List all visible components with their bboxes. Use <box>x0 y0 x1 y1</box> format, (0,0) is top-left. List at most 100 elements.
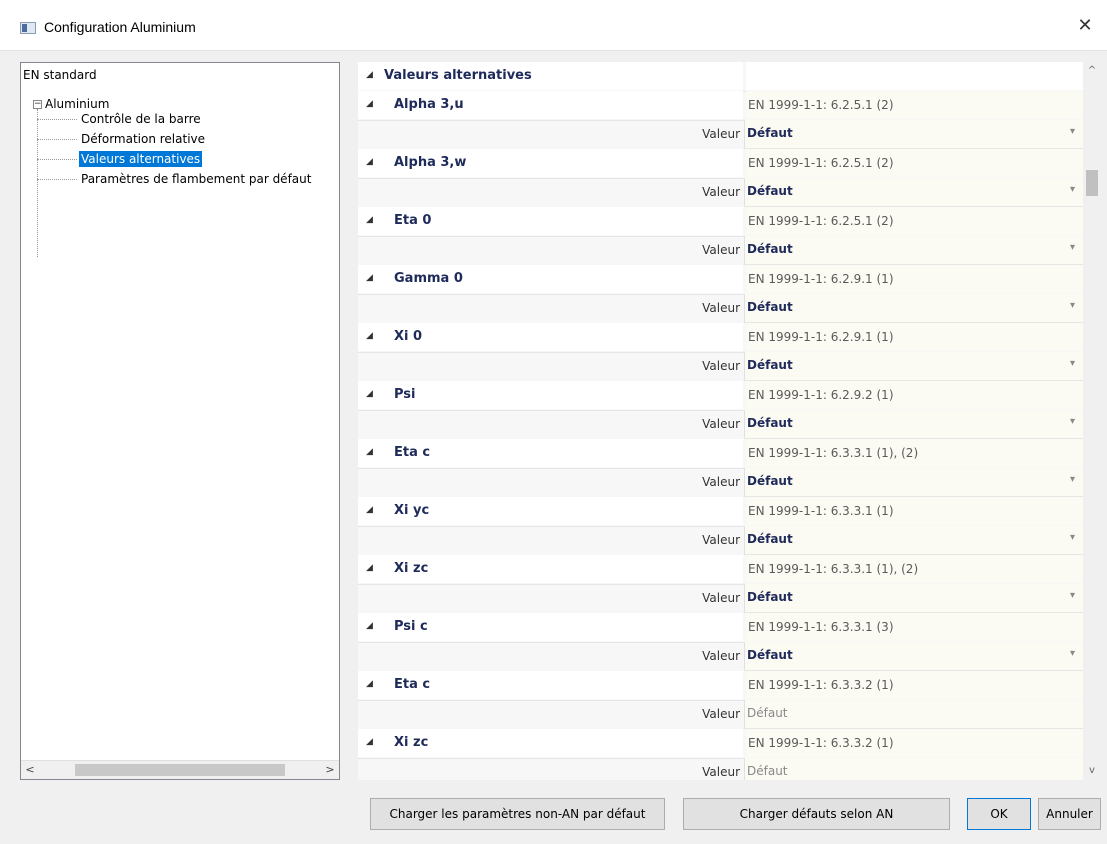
param-row[interactable]: ◢ Alpha 3,w EN 1999-1-1: 6.2.5.1 (2) <box>358 149 1083 179</box>
collapse-triangle-icon[interactable]: ◢ <box>366 389 373 399</box>
collapse-toggle-icon[interactable]: − <box>33 100 42 109</box>
value-label: Valeur <box>702 243 740 257</box>
value-dropdown[interactable]: Défaut ▾ <box>744 410 1083 439</box>
tree-connector <box>37 119 77 120</box>
value-text: Défaut <box>747 242 793 256</box>
param-reference: EN 1999-1-1: 6.3.3.1 (3) <box>746 613 1083 641</box>
value-label: Valeur <box>702 475 740 489</box>
cancel-button[interactable]: Annuler <box>1038 798 1101 830</box>
tree-item-controle-barre[interactable]: Contrôle de la barre <box>81 111 201 127</box>
title-bar: Configuration Aluminium ✕ <box>0 0 1107 50</box>
scroll-up-icon[interactable]: ^ <box>1083 62 1101 80</box>
collapse-triangle-icon[interactable]: ◢ <box>366 447 373 457</box>
tree-connector <box>37 109 38 257</box>
chevron-down-icon[interactable]: ▾ <box>1070 532 1075 543</box>
param-row[interactable]: ◢ Psi c EN 1999-1-1: 6.3.3.1 (3) <box>358 613 1083 643</box>
param-row[interactable]: ◢ Eta c EN 1999-1-1: 6.3.3.2 (1) <box>358 671 1083 701</box>
value-text: Défaut <box>747 532 793 546</box>
value-dropdown[interactable]: Défaut ▾ <box>744 294 1083 323</box>
value-text: Défaut <box>747 474 793 488</box>
param-row[interactable]: ◢ Eta c EN 1999-1-1: 6.3.3.1 (1), (2) <box>358 439 1083 469</box>
collapse-triangle-icon[interactable]: ◢ <box>366 157 373 167</box>
param-value-row: Valeur Défaut ▾ <box>358 294 1083 323</box>
param-name: Eta 0 <box>394 213 432 228</box>
value-dropdown[interactable]: Défaut ▾ <box>744 120 1083 149</box>
param-name: Eta c <box>394 445 431 460</box>
collapse-triangle-icon[interactable]: ◢ <box>366 70 373 80</box>
tree-item-aluminium[interactable]: Aluminium <box>45 96 109 112</box>
chevron-down-icon[interactable]: ▾ <box>1070 300 1075 311</box>
tree-item-deformation-relative[interactable]: Déformation relative <box>81 131 205 147</box>
load-non-an-defaults-button[interactable]: Charger les paramètres non-AN par défaut <box>370 798 665 830</box>
param-reference: EN 1999-1-1: 6.2.9.2 (1) <box>746 381 1083 409</box>
param-row[interactable]: ◢ Xi zc EN 1999-1-1: 6.3.3.2 (1) <box>358 729 1083 759</box>
collapse-triangle-icon[interactable]: ◢ <box>366 563 373 573</box>
chevron-down-icon[interactable]: ▾ <box>1070 648 1075 659</box>
value-dropdown[interactable]: Défaut ▾ <box>744 584 1083 613</box>
param-reference: EN 1999-1-1: 6.3.3.2 (1) <box>746 671 1083 699</box>
ok-button[interactable]: OK <box>967 798 1031 830</box>
value-label: Valeur <box>702 533 740 547</box>
param-reference: EN 1999-1-1: 6.2.5.1 (2) <box>746 91 1083 119</box>
chevron-down-icon[interactable]: ▾ <box>1070 184 1075 195</box>
chevron-down-icon[interactable]: ▾ <box>1070 358 1075 369</box>
collapse-triangle-icon[interactable]: ◢ <box>366 505 373 515</box>
value-dropdown[interactable]: Défaut ▾ <box>744 468 1083 497</box>
param-row[interactable]: ◢ Xi yc EN 1999-1-1: 6.3.3.1 (1) <box>358 497 1083 527</box>
param-row[interactable]: ◢ Gamma 0 EN 1999-1-1: 6.2.9.1 (1) <box>358 265 1083 295</box>
tree-connector <box>37 139 77 140</box>
load-an-defaults-button[interactable]: Charger défauts selon AN <box>683 798 950 830</box>
collapse-triangle-icon[interactable]: ◢ <box>366 679 373 689</box>
chevron-down-icon[interactable]: ▾ <box>1070 126 1075 137</box>
chevron-down-icon[interactable]: ▾ <box>1070 474 1075 485</box>
tree-connector <box>37 179 77 180</box>
param-value-row: Valeur Défaut ▾ <box>358 468 1083 497</box>
value-text: Défaut <box>747 300 793 314</box>
app-window-icon <box>20 22 36 34</box>
scroll-left-icon[interactable]: < <box>21 761 39 779</box>
param-row[interactable]: ◢ Xi 0 EN 1999-1-1: 6.2.9.1 (1) <box>358 323 1083 353</box>
close-icon[interactable]: ✕ <box>1073 14 1097 38</box>
value-text: Défaut <box>747 416 793 430</box>
param-reference: EN 1999-1-1: 6.3.3.1 (1) <box>746 497 1083 525</box>
section-header[interactable]: ◢ Valeurs alternatives <box>358 62 1083 92</box>
scroll-thumb[interactable] <box>1086 170 1098 196</box>
value-dropdown[interactable]: Défaut ▾ <box>744 178 1083 207</box>
collapse-triangle-icon[interactable]: ◢ <box>366 737 373 747</box>
value-dropdown[interactable]: Défaut ▾ <box>744 352 1083 381</box>
chevron-down-icon[interactable]: ▾ <box>1070 242 1075 253</box>
value-label: Valeur <box>702 417 740 431</box>
collapse-triangle-icon[interactable]: ◢ <box>366 331 373 341</box>
tree-item-valeurs-alternatives[interactable]: Valeurs alternatives <box>79 151 203 167</box>
collapse-triangle-icon[interactable]: ◢ <box>366 99 373 109</box>
param-name: Xi 0 <box>394 329 423 344</box>
value-dropdown[interactable]: Défaut ▾ <box>744 642 1083 671</box>
value-dropdown[interactable]: Défaut ▾ <box>744 236 1083 265</box>
collapse-triangle-icon[interactable]: ◢ <box>366 273 373 283</box>
param-row[interactable]: ◢ Xi zc EN 1999-1-1: 6.3.3.1 (1), (2) <box>358 555 1083 585</box>
value-label: Valeur <box>702 707 740 721</box>
param-row[interactable]: ◢ Psi EN 1999-1-1: 6.2.9.2 (1) <box>358 381 1083 411</box>
param-row[interactable]: ◢ Eta 0 EN 1999-1-1: 6.2.5.1 (2) <box>358 207 1083 237</box>
param-reference: EN 1999-1-1: 6.2.5.1 (2) <box>746 207 1083 235</box>
scroll-down-icon[interactable]: v <box>1083 762 1101 780</box>
tree-horizontal-scrollbar[interactable]: < > <box>21 760 339 779</box>
grid-vertical-scrollbar[interactable]: ^ v <box>1083 62 1101 780</box>
value-label: Valeur <box>702 359 740 373</box>
collapse-triangle-icon[interactable]: ◢ <box>366 215 373 225</box>
collapse-triangle-icon[interactable]: ◢ <box>366 621 373 631</box>
value-dropdown[interactable]: Défaut ▾ <box>744 526 1083 555</box>
tree-root-en-standard[interactable]: EN standard <box>23 67 97 83</box>
param-value-row: Valeur Défaut <box>358 700 1083 729</box>
param-row[interactable]: ◢ Alpha 3,u EN 1999-1-1: 6.2.5.1 (2) <box>358 91 1083 121</box>
param-name: Xi zc <box>394 561 429 576</box>
chevron-down-icon[interactable]: ▾ <box>1070 590 1075 601</box>
tree-item-parametres-flambement[interactable]: Paramètres de flambement par défaut <box>81 171 311 187</box>
value-text: Défaut <box>747 358 793 372</box>
param-name: Alpha 3,w <box>394 155 467 170</box>
scroll-right-icon[interactable]: > <box>321 761 339 779</box>
scroll-thumb[interactable] <box>75 764 285 776</box>
value-text: Défaut <box>747 764 788 778</box>
settings-tree: EN standard − Aluminium Contrôle de la b… <box>20 62 340 780</box>
chevron-down-icon[interactable]: ▾ <box>1070 416 1075 427</box>
